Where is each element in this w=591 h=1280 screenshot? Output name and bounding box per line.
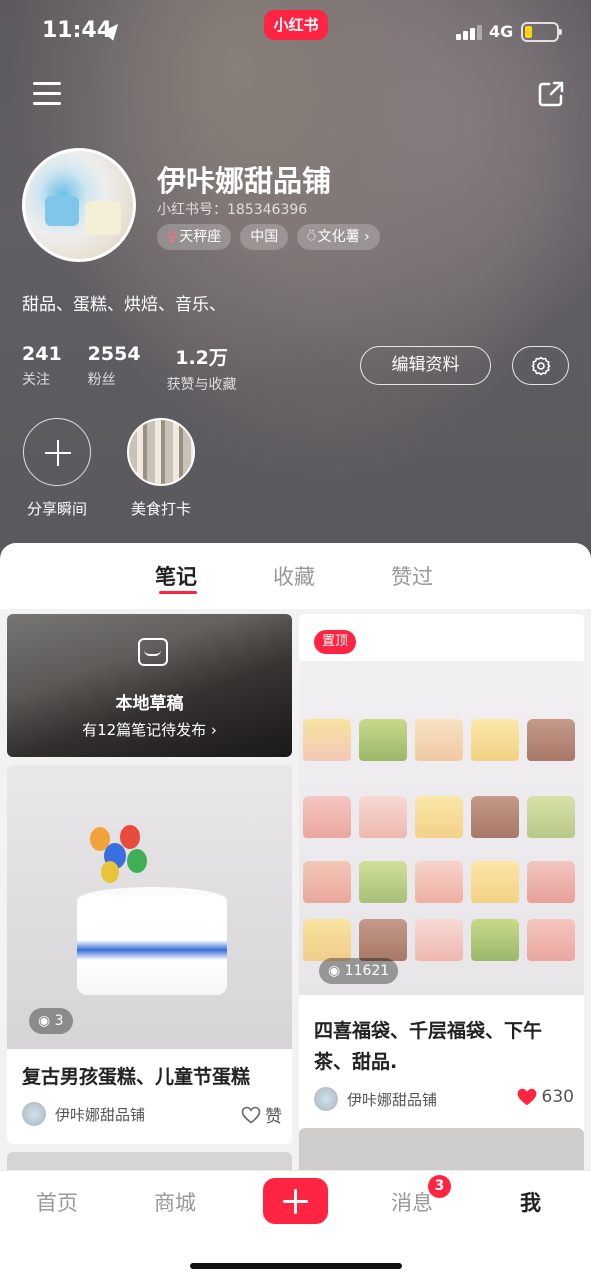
home-indicator <box>190 1263 402 1269</box>
nav-messages[interactable]: 消息 <box>391 1187 433 1217</box>
note-title: 复古男孩蛋糕、儿童节蛋糕 <box>22 1066 251 1088</box>
tag-zodiac: ♀ 天秤座 <box>157 224 232 250</box>
battery-icon <box>521 22 562 42</box>
note-author: 伊咔娜甜品铺 赞 <box>22 1102 282 1127</box>
author-avatar <box>314 1087 338 1111</box>
like-button[interactable]: 赞 <box>241 1102 282 1127</box>
messages-badge: 3 <box>428 1175 451 1198</box>
heart-outline-icon <box>241 1106 261 1124</box>
eye-icon: ◉ <box>38 1013 55 1029</box>
note-card[interactable]: ◉ 3 复古男孩蛋糕、儿童节蛋糕 伊咔娜甜品铺 赞 <box>7 765 292 1144</box>
red-id[interactable]: 小红书号：185346396 <box>157 199 307 219</box>
nav-mall[interactable]: 商城 <box>154 1187 196 1217</box>
network-type: 4G <box>489 22 514 41</box>
like-button[interactable]: 630 <box>516 1087 574 1107</box>
publish-plus-button[interactable] <box>263 1178 328 1224</box>
avatar[interactable] <box>22 148 136 262</box>
tab-liked[interactable]: 赞过 <box>391 561 433 591</box>
profile-stats: 241 关注 2554 粉丝 1.2万 获赞与收藏 <box>22 343 263 394</box>
profile-tags: ♀ 天秤座 中国 ⍥ 文化薯 › <box>157 224 380 250</box>
tab-indicator <box>159 591 197 594</box>
note-card-partial[interactable] <box>299 1128 584 1170</box>
notes-feed[interactable]: 本地草稿 有12篇笔记待发布 › ◉ 3 复古男孩蛋糕、儿童节蛋糕 伊咔娜甜品铺… <box>0 609 591 1170</box>
stat-followers[interactable]: 2554 粉丝 <box>88 343 141 394</box>
drafts-title: 本地草稿 <box>115 694 184 714</box>
medal-icon: ⍥ <box>307 229 316 245</box>
drafts-subtitle: 有12篇笔记待发布 › <box>82 721 217 739</box>
author-avatar <box>22 1102 46 1126</box>
share-icon[interactable] <box>537 80 565 108</box>
highlight-food-checkin[interactable]: 美食打卡 <box>126 418 196 519</box>
profile-name: 伊咔娜甜品铺 <box>157 164 332 198</box>
view-count: ◉ 11621 <box>319 958 399 984</box>
note-author: 伊咔娜甜品铺 630 <box>314 1087 574 1111</box>
note-card-partial[interactable] <box>7 1152 292 1170</box>
tag-level[interactable]: ⍥ 文化薯 › <box>297 224 380 250</box>
note-cover-image <box>7 765 292 1049</box>
stat-following[interactable]: 241 关注 <box>22 343 62 394</box>
note-cover-image <box>299 661 584 995</box>
note-card[interactable]: 置顶 ◉ 11621 四喜福袋、千层福袋、下午茶、甜品. 伊咔娜甜品铺 630 <box>299 614 584 1144</box>
nav-me[interactable]: 我 <box>520 1187 541 1217</box>
signal-strength-icon <box>456 24 482 40</box>
highlights-row: 分享瞬间 美食打卡 <box>22 418 196 519</box>
drafts-box-icon <box>138 638 168 666</box>
app-brand-badge: 小红书 <box>264 10 328 40</box>
status-bar: 11:44 小红书 4G <box>0 0 591 62</box>
heart-filled-icon <box>517 1088 536 1106</box>
tab-notes[interactable]: 笔记 <box>155 561 197 591</box>
view-count: ◉ 3 <box>29 1008 73 1034</box>
tab-collections[interactable]: 收藏 <box>273 561 315 591</box>
edit-profile-button[interactable]: 编辑资料 <box>360 346 491 385</box>
note-title: 四喜福袋、千层福袋、下午茶、甜品. <box>314 1020 543 1073</box>
status-time: 11:44 <box>42 18 113 43</box>
content-tabs-panel: 笔记 收藏 赞过 <box>0 543 591 609</box>
highlight-thumbnail <box>127 418 195 486</box>
eye-icon: ◉ <box>328 963 345 979</box>
settings-button[interactable] <box>512 346 569 385</box>
female-icon: ♀ <box>167 229 178 245</box>
plus-icon <box>23 418 91 486</box>
bottom-nav: 首页 商城 消息 3 我 <box>0 1170 591 1280</box>
tag-region: 中国 <box>240 224 289 250</box>
local-drafts-card[interactable]: 本地草稿 有12篇笔记待发布 › <box>7 614 292 757</box>
highlight-share-moment[interactable]: 分享瞬间 <box>22 418 92 519</box>
menu-icon[interactable] <box>33 82 61 106</box>
pinned-badge: 置顶 <box>314 630 357 654</box>
profile-bio: 甜品、蛋糕、烘焙、音乐、 <box>22 295 226 315</box>
nav-home[interactable]: 首页 <box>36 1187 78 1217</box>
stat-likes-collections[interactable]: 1.2万 获赞与收藏 <box>167 343 237 394</box>
gear-icon <box>531 356 551 376</box>
